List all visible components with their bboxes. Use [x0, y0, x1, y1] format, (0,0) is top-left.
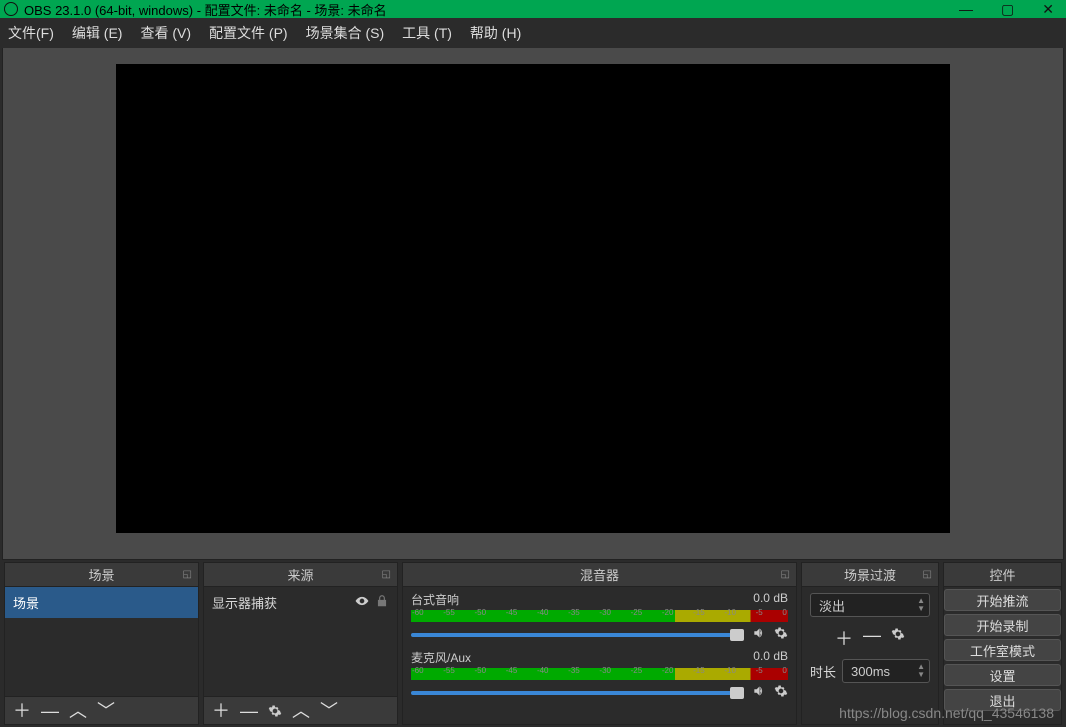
transitions-panel: 场景过渡 ◱ 淡出 ▲▼ ＋ — 时长 300ms ▲▼: [801, 562, 939, 725]
mixer-channel: 台式音响 0.0 dB -60-55-50-45-40-35-30-25-20-…: [403, 587, 796, 645]
settings-button[interactable]: 设置: [944, 664, 1061, 686]
transition-selected: 淡出: [819, 596, 845, 615]
gear-icon[interactable]: [774, 626, 788, 643]
source-label: 显示器捕获: [212, 593, 349, 612]
speaker-icon[interactable]: [752, 626, 766, 643]
window-controls: — ▢ ✕: [959, 1, 1054, 18]
scenes-list: 场景: [5, 587, 198, 696]
menu-view[interactable]: 查看 (V): [138, 21, 193, 45]
sources-panel: 来源 ◱ 显示器捕获 ＋ — ︿ ﹀: [203, 562, 398, 725]
exit-button[interactable]: 退出: [944, 689, 1061, 711]
visibility-toggle-icon[interactable]: [355, 594, 369, 611]
scenes-title: 场景: [88, 565, 114, 584]
transition-select[interactable]: 淡出 ▲▼: [810, 593, 930, 617]
move-scene-down-button[interactable]: ﹀: [97, 702, 115, 720]
controls-header: 控件: [944, 563, 1061, 587]
menu-tools[interactable]: 工具 (T): [400, 21, 454, 45]
remove-transition-button[interactable]: —: [863, 625, 881, 651]
audio-meter: -60-55-50-45-40-35-30-25-20-15-10-50: [411, 610, 788, 622]
controls-title: 控件: [989, 565, 1015, 584]
window-title: OBS 23.1.0 (64-bit, windows) - 配置文件: 未命名…: [24, 0, 959, 19]
remove-scene-button[interactable]: —: [41, 702, 59, 720]
panel-popout-icon[interactable]: ◱: [923, 569, 932, 580]
scenes-toolbar: ＋ — ︿ ﹀: [5, 696, 198, 724]
channel-name: 台式音响: [411, 591, 459, 608]
preview-canvas[interactable]: [116, 64, 950, 533]
menu-scene-collection[interactable]: 场景集合 (S): [304, 21, 387, 45]
mixer-panel: 混音器 ◱ 台式音响 0.0 dB -60-55-50-45-40-35-30-…: [402, 562, 797, 725]
menubar: 文件(F) 编辑 (E) 查看 (V) 配置文件 (P) 场景集合 (S) 工具…: [0, 18, 1066, 48]
close-button[interactable]: ✕: [1042, 1, 1054, 18]
mixer-channel: 麦克风/Aux 0.0 dB -60-55-50-45-40-35-30-25-…: [403, 645, 796, 703]
channel-level: 0.0 dB: [753, 649, 788, 666]
speaker-icon[interactable]: [752, 684, 766, 701]
scenes-header: 场景 ◱: [5, 563, 198, 587]
channel-name: 麦克风/Aux: [411, 649, 471, 666]
chevron-down-icon[interactable]: ▼: [917, 671, 925, 679]
transitions-header: 场景过渡 ◱: [802, 563, 938, 587]
move-source-down-button[interactable]: ﹀: [320, 702, 338, 720]
channel-level: 0.0 dB: [753, 591, 788, 608]
studio-mode-button[interactable]: 工作室模式: [944, 639, 1061, 661]
audio-meter: -60-55-50-45-40-35-30-25-20-15-10-50: [411, 668, 788, 680]
move-scene-up-button[interactable]: ︿: [69, 702, 87, 720]
panel-popout-icon[interactable]: ◱: [781, 569, 790, 580]
transitions-title: 场景过渡: [844, 565, 896, 584]
source-properties-button[interactable]: [268, 704, 282, 718]
transitions-body: 淡出 ▲▼ ＋ — 时长 300ms ▲▼: [802, 587, 938, 724]
remove-source-button[interactable]: —: [240, 702, 258, 720]
duration-input[interactable]: 300ms ▲▼: [842, 659, 930, 683]
menu-profile[interactable]: 配置文件 (P): [207, 21, 290, 45]
menu-file[interactable]: 文件(F): [6, 21, 56, 45]
panel-popout-icon[interactable]: ◱: [183, 569, 192, 580]
start-recording-button[interactable]: 开始录制: [944, 614, 1061, 636]
volume-slider[interactable]: [411, 633, 744, 637]
move-source-up-button[interactable]: ︿: [292, 702, 310, 720]
sources-title: 来源: [287, 565, 313, 584]
menu-help[interactable]: 帮助 (H): [468, 21, 523, 45]
minimize-button[interactable]: —: [959, 1, 973, 18]
duration-value: 300ms: [851, 664, 890, 679]
source-item[interactable]: 显示器捕获: [204, 587, 397, 618]
controls-panel: 控件 开始推流 开始录制 工作室模式 设置 退出: [943, 562, 1062, 725]
scene-item[interactable]: 场景: [5, 587, 198, 618]
sources-toolbar: ＋ — ︿ ﹀: [204, 696, 397, 724]
add-source-button[interactable]: ＋: [212, 702, 230, 720]
sources-list: 显示器捕获: [204, 587, 397, 696]
volume-slider[interactable]: [411, 691, 744, 695]
panel-popout-icon[interactable]: ◱: [382, 569, 391, 580]
titlebar: OBS 23.1.0 (64-bit, windows) - 配置文件: 未命名…: [0, 0, 1066, 18]
add-transition-button[interactable]: ＋: [835, 625, 853, 651]
mixer-header: 混音器 ◱: [403, 563, 796, 587]
lock-icon[interactable]: [375, 594, 389, 611]
sources-header: 来源 ◱: [204, 563, 397, 587]
bottom-panels: 场景 ◱ 场景 ＋ — ︿ ﹀ 来源 ◱ 显示器捕获: [0, 560, 1066, 725]
gear-icon[interactable]: [774, 684, 788, 701]
chevron-down-icon[interactable]: ▼: [917, 605, 925, 613]
start-streaming-button[interactable]: 开始推流: [944, 589, 1061, 611]
maximize-button[interactable]: ▢: [1001, 1, 1014, 18]
mixer-title: 混音器: [580, 565, 619, 584]
mixer-body: 台式音响 0.0 dB -60-55-50-45-40-35-30-25-20-…: [403, 587, 796, 724]
controls-body: 开始推流 开始录制 工作室模式 设置 退出: [944, 587, 1061, 724]
menu-edit[interactable]: 编辑 (E): [70, 21, 125, 45]
scenes-panel: 场景 ◱ 场景 ＋ — ︿ ﹀: [4, 562, 199, 725]
preview-area: [2, 48, 1064, 560]
transition-properties-button[interactable]: [891, 625, 905, 651]
obs-logo-icon: [4, 2, 24, 16]
add-scene-button[interactable]: ＋: [13, 702, 31, 720]
duration-label: 时长: [810, 662, 836, 681]
